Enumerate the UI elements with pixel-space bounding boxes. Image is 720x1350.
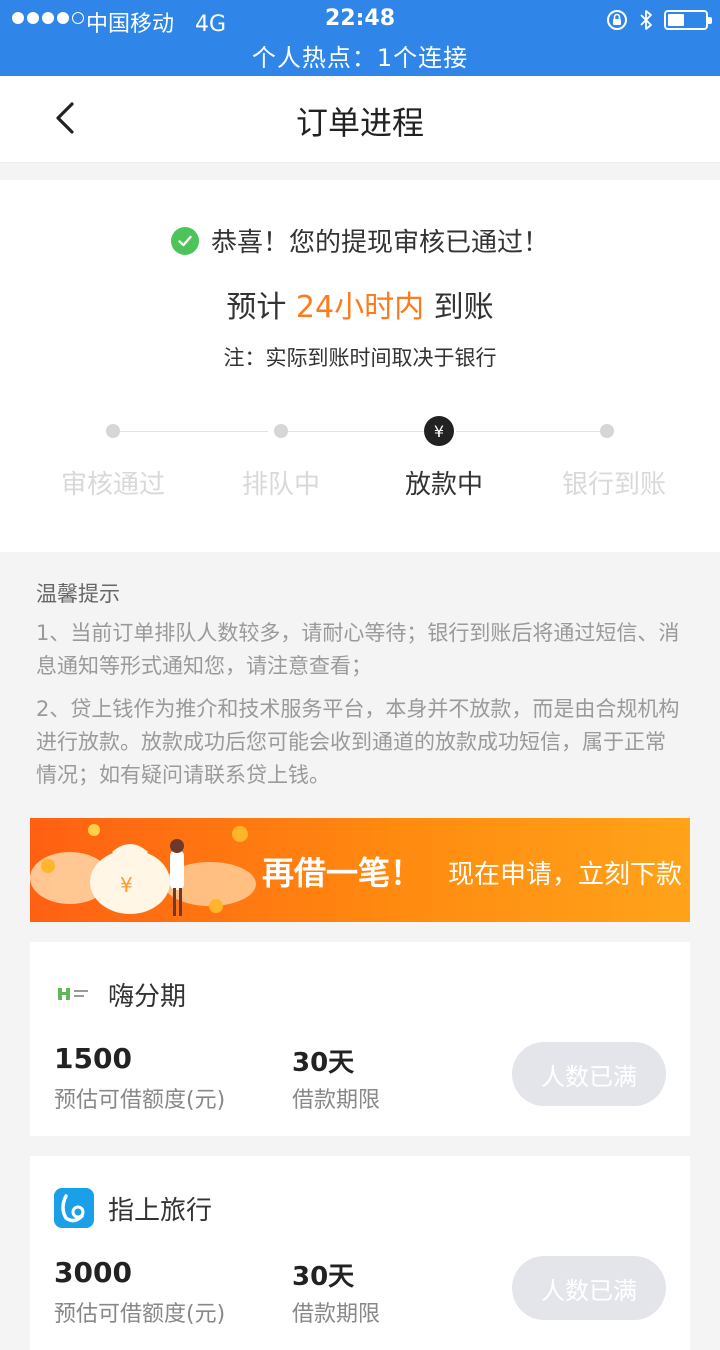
banner-subtitle: 现在申请，立刻下款 [448, 860, 683, 890]
step-label-review: 审核通过 [60, 470, 165, 500]
product-amount: 1500 [54, 1042, 132, 1075]
full-capacity-button[interactable]: 人数已满 [512, 1256, 666, 1320]
success-message: 恭喜！您的提现审核已通过！ [210, 228, 549, 258]
product-amount: 3000 [54, 1256, 132, 1289]
step-connector [120, 431, 268, 432]
eta-text: 预计 24小时内 到账 [226, 290, 494, 325]
product-card[interactable]: 嗨分期 1500 预估可借额度(元) 30天 借款期限 人数已满 [30, 942, 690, 1136]
step-label-queue: 排队中 [241, 470, 320, 500]
yen-icon: ¥ [424, 416, 454, 446]
product-name: 嗨分期 [108, 982, 187, 1012]
tips-section: 温馨提示 1、当前订单排队人数较多，请耐心等待；银行到账后将通过短信、消息通知等… [36, 578, 686, 802]
tips-title: 温馨提示 [36, 582, 120, 606]
product-card[interactable]: 指上旅行 3000 预估可借额度(元) 30天 借款期限 人数已满 [30, 1156, 690, 1350]
product-amount-label: 预估可借额度(元) [54, 1088, 226, 1113]
money-bag-illustration-icon: ¥ [30, 824, 256, 916]
tip-item: 2、贷上钱作为推介和技术服务平台，本身并不放款，而是由合规机构进行放款。放款成功… [36, 697, 680, 787]
product-term-label: 借款期限 [292, 1302, 381, 1327]
bluetooth-icon [640, 10, 652, 30]
progress-card: 恭喜！您的提现审核已通过！ 预计 24小时内 到账 注：实际到账时间取决于银行 … [0, 180, 720, 552]
borrow-again-banner[interactable]: ¥ 再借一笔！ 现在申请，立刻下款 [30, 818, 690, 922]
tip-item: 1、当前订单排队人数较多，请耐心等待；银行到账后将通过短信、消息通知等形式通知您… [36, 621, 680, 678]
status-bar: 中国移动 4G 22:48 个人热点：1个连接 [0, 0, 720, 76]
product-amount-label: 预估可借额度(元) [54, 1302, 226, 1327]
product-term-label: 借款期限 [292, 1088, 381, 1113]
eta-highlight: 24小时内 [295, 290, 425, 325]
battery-icon [664, 10, 712, 30]
nav-bar: 订单进程 [0, 76, 720, 163]
check-circle-icon [170, 226, 199, 255]
page-title: 订单进程 [295, 104, 424, 142]
zhishang-travel-logo-icon [54, 1188, 94, 1228]
product-term: 30天 [292, 1262, 355, 1292]
step-label-bank: 银行到账 [561, 470, 666, 500]
product-name: 指上旅行 [108, 1196, 213, 1226]
eta-note: 注：实际到账时间取决于银行 [223, 346, 497, 370]
step-label-disbursing: 放款中 [404, 470, 483, 500]
step-dot-review [106, 424, 120, 438]
orientation-lock-icon [607, 10, 627, 30]
hi-fenqi-logo-icon [58, 988, 88, 1000]
progress-steps: ¥ 审核通过 排队中 放款中 银行到账 [22, 416, 698, 506]
step-dot-bank [600, 424, 614, 438]
hotspot-banner[interactable]: 个人热点：1个连接 [0, 38, 720, 73]
step-connector [456, 431, 600, 432]
step-connector [288, 431, 424, 432]
product-term: 30天 [292, 1048, 355, 1078]
step-dot-queue [274, 424, 288, 438]
full-capacity-button[interactable]: 人数已满 [512, 1042, 666, 1106]
banner-title: 再借一笔！ [262, 854, 423, 892]
svg-text:¥: ¥ [120, 873, 133, 897]
